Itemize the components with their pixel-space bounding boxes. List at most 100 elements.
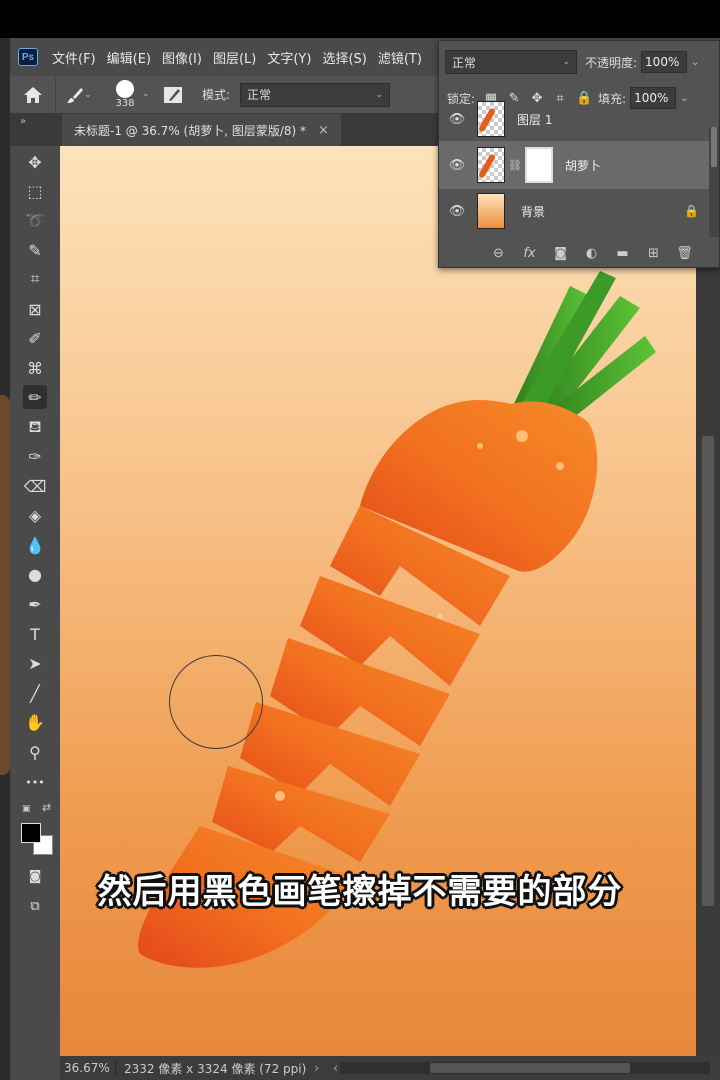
lock-icon[interactable]: 🔒 <box>684 204 699 218</box>
path-select-tool[interactable]: ➤ <box>23 651 47 675</box>
eye-icon[interactable]: 👁 <box>439 204 475 219</box>
mode-value: 正常 <box>247 88 272 102</box>
brush-tool[interactable]: ✏ <box>23 385 47 409</box>
hand-icon: ✋ <box>25 712 45 732</box>
link-layers-icon[interactable]: ⊖ <box>483 246 514 261</box>
more-tools-button[interactable]: ••• <box>23 770 47 794</box>
brush-settings-icon <box>164 86 182 103</box>
move-tool[interactable]: ✥ <box>23 150 47 174</box>
foreground-color-swatch[interactable] <box>21 823 41 843</box>
layers-panel: 正常 ⌄ 不透明度: 100% ⌄ 锁定: ▦ ✎ ✥ ⌗ 🔒 填充: 100%… <box>438 40 720 268</box>
healing-brush-tool[interactable]: ⌘ <box>23 356 47 380</box>
zoom-level[interactable]: 36.67% <box>60 1061 116 1075</box>
brush-size-picker[interactable]: 338 ⌄ <box>102 76 158 114</box>
pen-tool[interactable]: ✒ <box>23 592 47 616</box>
chevron-down-icon: ⌄ <box>142 88 150 99</box>
opacity-input[interactable]: 100% <box>641 51 688 73</box>
zoom-tool[interactable]: ⚲ <box>23 740 47 764</box>
layers-scroll-thumb[interactable] <box>711 127 717 167</box>
artboard[interactable] <box>60 146 696 1056</box>
quick-select-tool[interactable]: ✎ <box>23 238 47 262</box>
layers-scrollbar[interactable] <box>709 127 719 237</box>
brush-size-value: 338 <box>115 97 135 109</box>
vertical-scrollbar[interactable] <box>696 146 720 1056</box>
eyedropper-icon: ✐ <box>28 328 42 348</box>
layer-mask-thumbnail[interactable] <box>524 147 553 183</box>
hand-tool[interactable]: ✋ <box>23 710 47 734</box>
collapse-panels-icon[interactable]: » <box>20 116 26 127</box>
tool-preset-picker[interactable]: ⌄ <box>56 86 102 104</box>
trash-icon[interactable]: 🗑 <box>669 246 700 261</box>
vertical-scroll-thumb[interactable] <box>702 436 714 906</box>
blend-mode-select[interactable]: 正常 ⌄ <box>445 50 577 74</box>
eyedropper-tool[interactable]: ✐ <box>23 326 47 350</box>
eye-icon[interactable]: 👁 <box>439 158 475 173</box>
more-icon: ••• <box>25 775 45 789</box>
paint-bucket-tool[interactable]: ◈ <box>23 503 47 527</box>
horizontal-scroll-thumb[interactable] <box>430 1063 630 1073</box>
layer-row-selected[interactable]: 👁 ⛓ 胡萝卜 <box>439 141 711 189</box>
brush-tip-icon <box>116 79 134 98</box>
mode-select[interactable]: 正常 ⌄ <box>240 82 391 107</box>
new-group-icon[interactable]: ▬ <box>607 246 638 261</box>
close-icon[interactable]: × <box>318 123 329 138</box>
menu-edit[interactable]: 编辑(E) <box>107 48 151 67</box>
add-mask-icon[interactable]: ◙ <box>545 246 576 261</box>
fx-icon[interactable]: fx <box>514 246 545 261</box>
menu-filter[interactable]: 滤镜(T) <box>378 48 422 67</box>
pen-icon: ✒ <box>28 594 42 614</box>
clone-stamp-icon: ⛾ <box>28 416 42 436</box>
blur-tool[interactable]: 💧 <box>23 533 47 557</box>
type-tool[interactable]: T <box>23 622 47 646</box>
layer-row[interactable]: 👁 背景 🔒 <box>439 187 711 235</box>
chevron-right-icon[interactable]: › <box>314 1061 319 1075</box>
layer-row[interactable]: 👁 图层 1 <box>439 95 711 143</box>
marquee-icon: ⬚ <box>27 181 43 201</box>
type-icon: T <box>30 624 40 644</box>
line-tool[interactable]: ╱ <box>23 681 47 705</box>
swap-colors-icon[interactable]: ⇄ <box>42 801 51 814</box>
chevron-down-icon[interactable]: ⌄ <box>691 57 699 68</box>
lasso-tool[interactable]: ➰ <box>23 208 47 232</box>
frame-tool[interactable]: ⊠ <box>23 297 47 321</box>
document-tab[interactable]: 未标题-1 @ 36.7% (胡萝卜, 图层蒙版/8) * × <box>62 114 341 146</box>
blur-icon: 💧 <box>25 535 45 555</box>
clone-stamp-tool[interactable]: ⛾ <box>23 415 47 439</box>
home-button[interactable] <box>10 75 56 114</box>
blend-mode-value: 正常 <box>452 55 477 70</box>
link-icon[interactable]: ⛓ <box>508 159 522 172</box>
canvas-area[interactable] <box>60 146 696 1056</box>
menu-file[interactable]: 文件(F) <box>52 48 96 67</box>
brush-icon: ✏ <box>28 387 42 407</box>
path-select-icon: ➤ <box>28 653 42 673</box>
horizontal-scrollbar[interactable] <box>340 1062 710 1074</box>
layers-panel-blend-row: 正常 ⌄ 不透明度: 100% ⌄ <box>439 41 719 83</box>
carrot-image <box>138 271 656 968</box>
crop-tool[interactable]: ⌗ <box>23 267 47 291</box>
brush-settings-button[interactable] <box>158 86 188 104</box>
layers-panel-footer: ⊖ fx ◙ ◐ ▬ ⊞ 🗑 <box>439 237 719 267</box>
dodge-icon: ● <box>28 564 42 584</box>
chevron-left-icon[interactable]: ‹ <box>333 1061 338 1075</box>
eye-icon[interactable]: 👁 <box>439 112 475 127</box>
new-layer-icon[interactable]: ⊞ <box>638 246 669 261</box>
opacity-label: 不透明度: <box>585 55 638 70</box>
mode-label: 模式: <box>202 88 231 102</box>
menu-image[interactable]: 图像(I) <box>162 48 202 67</box>
menu-type[interactable]: 文字(Y) <box>267 48 311 67</box>
adjustment-layer-icon[interactable]: ◐ <box>576 246 607 261</box>
dodge-tool[interactable]: ● <box>23 562 47 586</box>
eraser-tool[interactable]: ⌫ <box>23 474 47 498</box>
document-tab-title: 未标题-1 @ 36.7% (胡萝卜, 图层蒙版/8) * <box>74 123 307 138</box>
chevron-down-icon: ⌄ <box>84 89 92 100</box>
history-brush-icon: ✑ <box>28 446 42 466</box>
history-brush-tool[interactable]: ✑ <box>23 444 47 468</box>
zoom-icon: ⚲ <box>29 742 41 762</box>
lasso-icon: ➰ <box>25 210 45 230</box>
menu-select[interactable]: 选择(S) <box>322 48 366 67</box>
paint-bucket-icon: ◈ <box>28 505 42 525</box>
menu-layer[interactable]: 图层(L) <box>213 48 256 67</box>
quick-select-icon: ✎ <box>28 240 42 260</box>
marquee-tool[interactable]: ⬚ <box>23 179 47 203</box>
default-colors-icon[interactable]: ▣ <box>22 804 31 814</box>
